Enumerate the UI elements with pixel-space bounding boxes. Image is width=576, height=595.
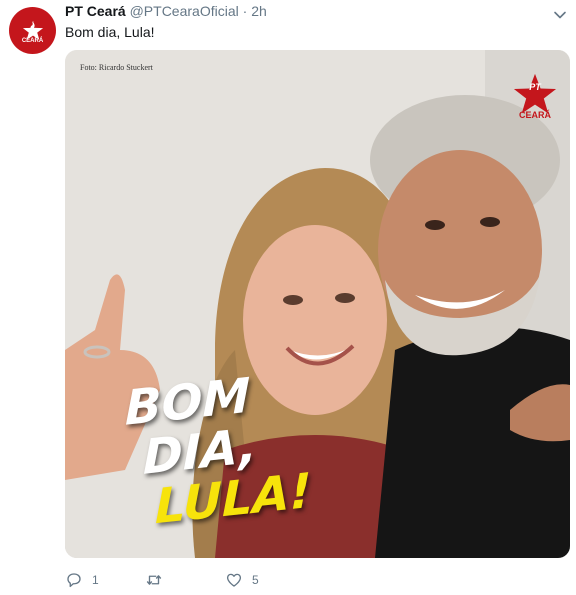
like-button[interactable]: 5	[225, 571, 259, 589]
retweet-icon	[146, 575, 162, 585]
reply-icon	[67, 573, 81, 588]
avatar-logo-text: PT	[27, 21, 38, 30]
headline-line: LULA!	[155, 462, 312, 536]
brand-state-text: CEARÁ	[518, 110, 551, 120]
chevron-down-icon[interactable]	[553, 8, 567, 22]
brand-logo-text: PT	[529, 82, 541, 92]
reply-count: 1	[92, 573, 99, 587]
heart-icon	[226, 573, 242, 587]
tweet-actions: 1 5	[65, 571, 465, 591]
tweet-image[interactable]: Foto: Ricardo Stuckert PT CEARÁ BOM DIA,…	[65, 50, 570, 558]
like-count: 5	[252, 573, 259, 587]
photo-credit: Foto: Ricardo Stuckert	[80, 63, 153, 72]
reply-button[interactable]: 1	[65, 571, 99, 589]
image-headline: BOM DIA, LULA!	[125, 368, 312, 536]
tweet-text: Bom dia, Lula!	[65, 24, 155, 40]
separator-dot: ·	[242, 3, 248, 19]
retweet-button[interactable]	[145, 571, 172, 589]
author-handle[interactable]: @PTCearaOficial	[130, 3, 239, 19]
tweet-time[interactable]: 2h	[251, 3, 267, 19]
avatar-state-text: CEARÁ	[21, 38, 44, 44]
avatar[interactable]: PT CEARÁ	[9, 7, 56, 54]
tweet[interactable]: PT CEARÁ PT Ceará @PTCearaOficial · 2h B…	[0, 0, 576, 595]
author-name[interactable]: PT Ceará	[65, 3, 126, 19]
tweet-header: PT Ceará @PTCearaOficial · 2h	[65, 3, 267, 19]
